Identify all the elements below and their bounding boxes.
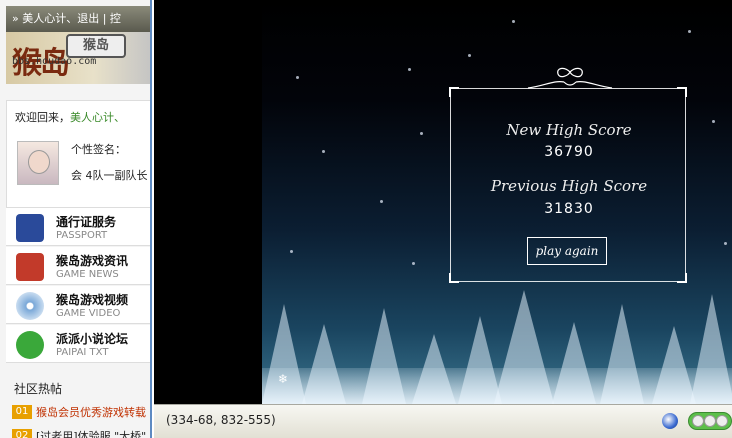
hot-post-item[interactable]: 01 猴岛会员优秀游戏转载 xyxy=(6,404,152,422)
hot-post-link[interactable]: 猴岛会员优秀游戏转载 xyxy=(36,406,146,419)
star xyxy=(420,132,423,135)
coordinates-readout: (334-68, 832-555) xyxy=(166,413,276,427)
service-title: 派派小说论坛 xyxy=(56,332,129,346)
game-window: ❄ New High Score 36790 Previous High Sco… xyxy=(150,0,732,438)
service-paipai-txt[interactable]: 派派小说论坛 PAIPAI TXT xyxy=(6,325,152,363)
hot-post-item[interactable]: 02 [过老用]体验服 "大桥" 更新、吃 xyxy=(6,428,152,438)
welcome-line: 欢迎回来，美人心计、 xyxy=(15,109,125,125)
star xyxy=(724,242,727,245)
star xyxy=(296,76,299,79)
corner-decoration xyxy=(677,87,687,97)
star xyxy=(712,120,715,123)
toggle-dot xyxy=(692,415,704,427)
service-subtitle: PASSPORT xyxy=(56,230,108,241)
status-bar: (334-68, 832-555) xyxy=(154,404,732,438)
snow-ground xyxy=(262,368,732,404)
corner-decoration xyxy=(449,87,459,97)
snow-bunny-icon: ❄ xyxy=(278,372,289,386)
welcome-username[interactable]: 美人心计、 xyxy=(70,111,125,124)
signature-text: 会 4队一副队长 xyxy=(71,169,148,182)
corner-decoration xyxy=(677,273,687,283)
corner-decoration xyxy=(449,273,459,283)
star xyxy=(290,250,293,253)
hot-post-rank: 02 xyxy=(12,429,32,438)
logo-url: bbs.houdao.com xyxy=(12,56,97,67)
new-high-score-value: 36790 xyxy=(544,144,594,160)
star xyxy=(408,68,411,71)
toggle-dot xyxy=(716,415,728,427)
star xyxy=(412,262,415,265)
site-sidebar: » 美人心计、退出 | 控 猴岛 猴岛 bbs.houdao.com 欢迎回来，… xyxy=(0,0,152,438)
previous-high-score-value: 31830 xyxy=(544,201,594,217)
service-game-news[interactable]: 猴岛游戏资讯 GAME NEWS xyxy=(6,247,152,285)
chat-icon xyxy=(16,331,44,359)
service-passport[interactable]: 通行证服务 PASSPORT xyxy=(6,208,152,246)
avatar-face xyxy=(28,150,50,174)
service-subtitle: GAME NEWS xyxy=(56,269,119,280)
service-subtitle: GAME VIDEO xyxy=(56,308,121,319)
passport-icon xyxy=(16,214,44,242)
welcome-panel: 欢迎回来，美人心计、 个性签名： 会 4队一副队长 xyxy=(6,100,152,208)
star xyxy=(512,20,515,23)
game-letterbox xyxy=(154,0,262,404)
toggle-dot xyxy=(704,415,716,427)
avatar[interactable] xyxy=(17,141,59,185)
news-icon xyxy=(16,253,44,281)
hot-post-link[interactable]: [过老用]体验服 "大桥" 更新、吃 xyxy=(36,430,152,438)
service-title: 猴岛游戏视频 xyxy=(56,293,129,307)
star xyxy=(380,200,383,203)
welcome-prefix: 欢迎回来， xyxy=(15,111,70,124)
star xyxy=(322,150,325,153)
disc-icon xyxy=(16,292,44,320)
star xyxy=(468,54,471,57)
game-canvas[interactable]: ❄ New High Score 36790 Previous High Sco… xyxy=(262,0,732,404)
previous-high-score-label: Previous High Score xyxy=(490,177,648,195)
service-title: 通行证服务 xyxy=(56,215,117,229)
globe-icon[interactable] xyxy=(662,413,678,429)
hot-posts-title: 社区热帖 xyxy=(14,382,63,396)
play-again-button[interactable]: play again xyxy=(527,237,607,265)
new-high-score-label: New High Score xyxy=(506,121,632,139)
user-topbar[interactable]: » 美人心计、退出 | 控 xyxy=(6,6,152,32)
signature-title: 个性签名： xyxy=(71,143,126,156)
logo-mark: 猴岛 xyxy=(66,34,126,58)
site-logo[interactable]: 猴岛 猴岛 bbs.houdao.com xyxy=(6,32,152,84)
service-subtitle: PAIPAI TXT xyxy=(56,347,109,358)
status-toggle[interactable] xyxy=(688,412,732,430)
service-game-video[interactable]: 猴岛游戏视频 GAME VIDEO xyxy=(6,286,152,324)
service-title: 猴岛游戏资讯 xyxy=(56,254,129,268)
star xyxy=(688,30,691,33)
scoreboard-panel: New High Score 36790 Previous High Score… xyxy=(449,87,687,283)
hot-post-rank: 01 xyxy=(12,405,32,419)
